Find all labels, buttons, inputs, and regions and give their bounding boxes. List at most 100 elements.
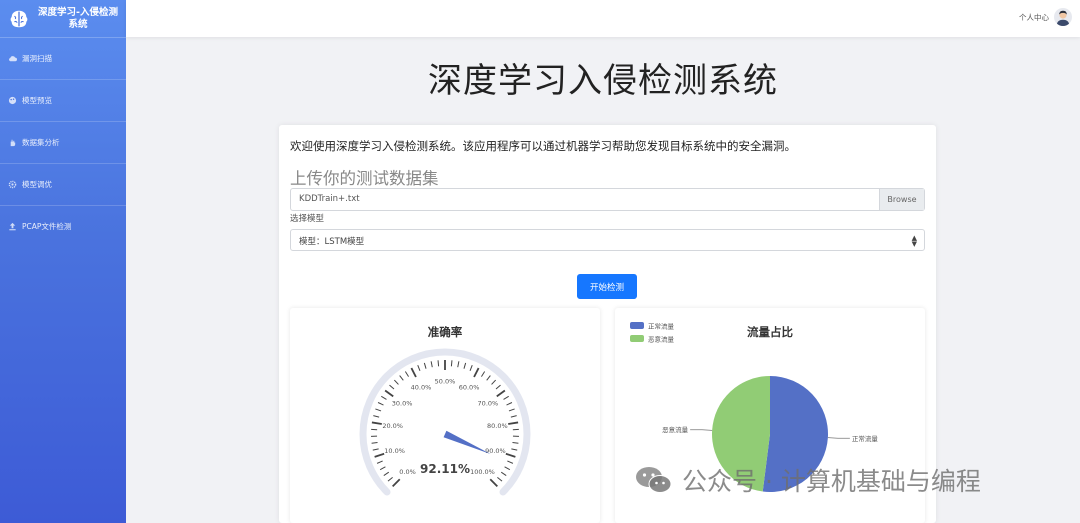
legend-label: 正常流量	[648, 322, 675, 331]
gauge-minor-tick	[491, 379, 497, 385]
gauge-minor-tick	[497, 476, 503, 482]
model-select[interactable]: 模型：LSTM模型 ▲ ▼	[290, 229, 925, 251]
sidebar-item-model-preview[interactable]: 模型预览	[0, 79, 126, 121]
sidebar-item-label: 漏洞扫描	[22, 54, 52, 63]
gauge-minor-tick	[469, 365, 473, 371]
legend-swatch	[630, 322, 644, 329]
page-title: 深度学习入侵检测系统	[428, 61, 778, 101]
gauge-minor-tick	[511, 448, 518, 451]
gear-icon	[8, 180, 17, 189]
gauge-tick-label: 60.0%	[459, 383, 480, 391]
gauge-minor-tick	[508, 408, 515, 412]
gauge-minor-tick	[506, 402, 513, 406]
sidebar: 深度学习-入侵检测系统 漏洞扫描 模型预览 数据集分析 模型调优 PCAP文件检…	[0, 0, 126, 523]
gauge-minor-tick	[381, 395, 387, 400]
gauge-major-tick	[473, 367, 480, 378]
sidebar-item-dataset-analysis[interactable]: 数据集分析	[0, 121, 126, 163]
gauge-minor-tick	[399, 375, 404, 381]
intro-text: 欢迎使用深度学习入侵检测系统。该应用程序可以通过机器学习帮助您发现目标系统中的安…	[290, 139, 796, 153]
gauge-minor-tick	[371, 442, 378, 444]
gauge-tick-label: 100.0%	[470, 468, 495, 476]
gauge-major-tick	[489, 478, 498, 487]
cloud-icon	[9, 56, 17, 62]
gauge-minor-tick	[504, 466, 511, 471]
gauge-pointer	[443, 430, 491, 455]
sidebar-item-label: 模型预览	[22, 96, 52, 105]
file-name: KDDTrain+.txt	[299, 194, 360, 204]
accuracy-gauge-chart: 准确率 0.0% 10.0% 20.0% 30.0% 40.0%50.0%60.0% 70…	[359, 325, 531, 496]
gauge-tick-label: 20.0%	[382, 422, 403, 430]
sidebar-item-pcap-detect[interactable]: PCAP文件检测	[0, 205, 126, 247]
gauge-minor-tick	[495, 384, 501, 390]
gauge-minor-tick	[457, 361, 460, 368]
gauge-minor-tick	[423, 362, 427, 369]
gauge-minor-tick	[486, 375, 491, 381]
accuracy-gauge-panel: 准确率 0.0% 10.0% 20.0% 30.0% 40.0% 50.0% 60.0% 70…	[290, 308, 600, 523]
gauge-major-tick	[410, 367, 417, 378]
gauge-tick-label: 90.0%	[485, 447, 506, 455]
sidebar-item-vuln-scan[interactable]: 漏洞扫描	[0, 37, 126, 79]
gauge-minor-tick	[481, 371, 486, 377]
select-arrows-icon: ▲ ▼	[911, 234, 917, 248]
gauge-minor-tick	[389, 384, 395, 390]
gauge-major-tick	[371, 421, 382, 425]
gauge-tick-label: 40.0%	[411, 383, 432, 391]
gauge-major-tick	[384, 389, 394, 398]
sidebar-nav: 漏洞扫描 模型预览 数据集分析 模型调优 PCAP文件检测	[0, 37, 126, 247]
pie-label-line	[827, 437, 850, 439]
gauge-major-tick	[505, 452, 516, 458]
watermark-text: 公众号 · 计算机基础与编程	[682, 467, 981, 496]
gauge-minor-tick	[393, 379, 399, 385]
gauge-major-tick	[392, 478, 401, 487]
gauge-tick-label: 50.0%	[435, 378, 456, 386]
start-detection-button[interactable]: 开始检测	[577, 274, 637, 299]
gauge-tick-label: 30.0%	[392, 399, 413, 407]
gauge-minor-tick	[510, 415, 517, 418]
gauge-minor-tick	[463, 362, 467, 369]
gauge-minor-tick	[512, 442, 519, 444]
hand-icon	[10, 139, 16, 147]
upload-heading: 上传你的测试数据集	[290, 169, 439, 188]
gauge-major-tick	[496, 389, 506, 398]
gauge-value-label: 92.11%	[420, 462, 470, 476]
user-menu[interactable]: 个人中心	[1019, 8, 1072, 26]
gauge-minor-tick	[430, 361, 433, 368]
pie-label-line	[690, 429, 713, 431]
avatar[interactable]	[1054, 8, 1072, 26]
user-avatar-icon	[1056, 10, 1070, 26]
palette-icon	[8, 96, 17, 105]
gauge-major-tick	[508, 421, 519, 425]
gauge-minor-tick	[372, 448, 379, 451]
gauge-minor-tick	[376, 460, 383, 464]
wechat-icon	[636, 467, 672, 493]
gauge-minor-tick	[404, 371, 409, 377]
gauge-minor-tick	[507, 460, 514, 464]
gauge-minor-tick	[383, 471, 390, 477]
gauge-minor-tick	[503, 395, 509, 400]
topbar: 个人中心	[126, 0, 1080, 37]
dataset-file-input[interactable]: KDDTrain+.txt Browse	[290, 188, 925, 211]
pie-slice-label: 恶意流量	[662, 425, 689, 434]
browse-button[interactable]: Browse	[879, 189, 924, 210]
watermark: 公众号 · 计算机基础与编程	[634, 462, 981, 498]
legend-label: 恶意流量	[648, 335, 675, 344]
brand-title: 深度学习-入侵检测系统	[38, 6, 118, 30]
gauge-minor-tick	[437, 360, 440, 367]
brain-logo-icon	[10, 10, 28, 27]
user-center-label: 个人中心	[1019, 12, 1049, 22]
gauge-minor-tick	[387, 476, 393, 482]
sidebar-item-model-tuning[interactable]: 模型调优	[0, 163, 126, 205]
gauge-minor-tick	[373, 415, 380, 418]
legend-swatch	[630, 335, 644, 342]
gauge-tick-label: 0.0%	[399, 468, 416, 476]
gauge-tick-label: 70.0%	[478, 399, 499, 407]
sidebar-item-label: 数据集分析	[22, 138, 60, 147]
model-select-value: 模型：LSTM模型	[299, 237, 365, 247]
model-select-label: 选择模型	[290, 214, 325, 224]
gauge-minor-tick	[450, 360, 453, 367]
gauge-minor-tick	[500, 471, 507, 477]
brand: 深度学习-入侵检测系统	[0, 0, 126, 37]
gauge-minor-tick	[377, 402, 384, 406]
sidebar-item-label: PCAP文件检测	[22, 222, 72, 231]
gauge-major-tick	[374, 452, 385, 458]
